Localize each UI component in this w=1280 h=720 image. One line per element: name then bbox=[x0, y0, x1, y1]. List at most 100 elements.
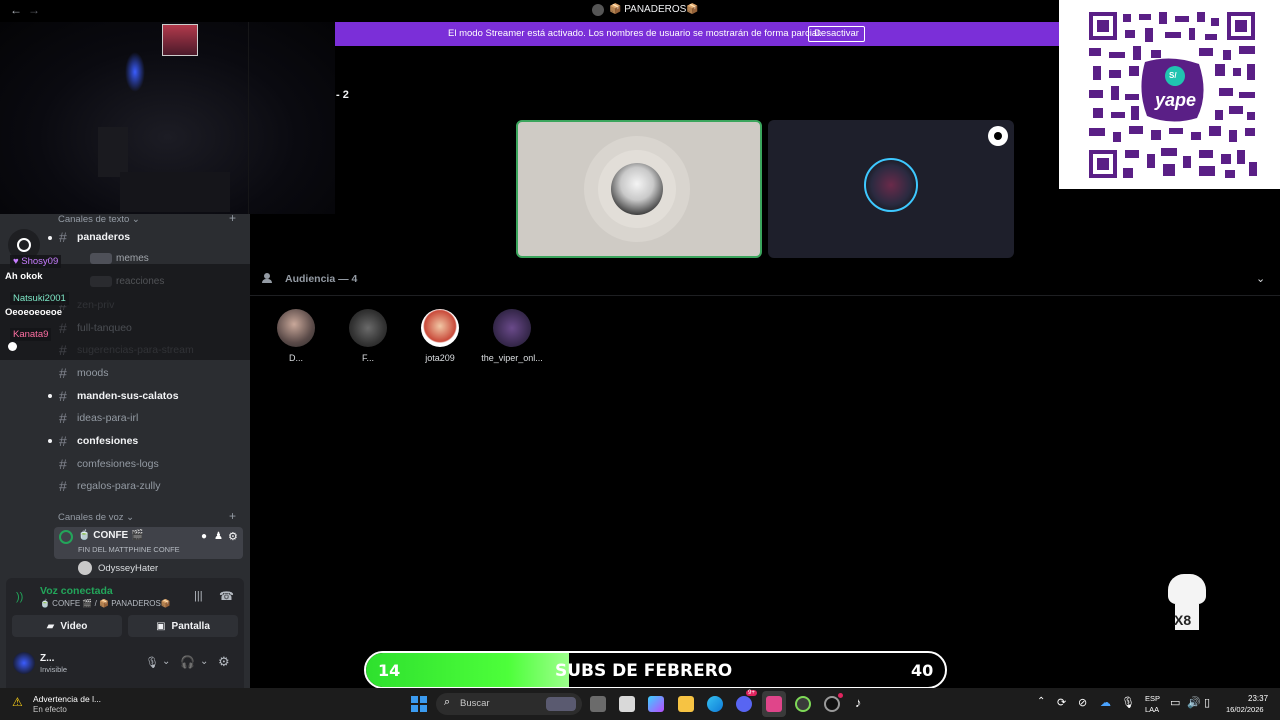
file-explorer-icon[interactable] bbox=[678, 696, 694, 712]
room-object bbox=[98, 127, 128, 177]
cat-headset-avatar bbox=[864, 158, 918, 212]
copilot-icon[interactable] bbox=[648, 696, 664, 712]
audience-member[interactable]: D... bbox=[259, 309, 333, 363]
tile-settings-icon[interactable] bbox=[988, 126, 1008, 146]
voice-channel-name: 🍵 CONFE 🎬 bbox=[78, 530, 144, 541]
onedrive-icon[interactable]: ☁ bbox=[1100, 696, 1111, 709]
app-icon[interactable] bbox=[795, 696, 811, 712]
tray-sync-icon[interactable]: ⟳ bbox=[1057, 696, 1066, 709]
obs-icon[interactable] bbox=[824, 696, 840, 712]
voice-member-name[interactable]: OdysseyHater bbox=[98, 563, 158, 574]
tray-wifi-off-icon[interactable]: ⊘ bbox=[1078, 696, 1087, 709]
warning-icon[interactable]: ⚠ bbox=[12, 695, 23, 709]
screen-share-button[interactable]: ▣ Pantalla bbox=[128, 615, 238, 637]
subs-goal-bar: 14 SUBS DE FEBRERO 40 bbox=[364, 651, 947, 689]
hash-icon: # bbox=[59, 365, 67, 381]
recording-dot bbox=[838, 693, 843, 698]
hash-icon: # bbox=[59, 433, 67, 449]
channel-item[interactable]: memes bbox=[90, 253, 149, 264]
notification-title[interactable]: Advertencia de l... bbox=[33, 694, 101, 704]
windows-start-icon[interactable] bbox=[411, 696, 427, 712]
hash-icon: # bbox=[59, 410, 67, 426]
unread-indicator bbox=[48, 394, 52, 398]
qr-badge: S/ bbox=[1169, 71, 1177, 80]
signal-icon: )) bbox=[16, 591, 24, 603]
tiktok-icon[interactable]: ♪ bbox=[855, 695, 862, 710]
add-channel-icon[interactable]: + bbox=[229, 509, 236, 523]
channel-item[interactable]: # confesiones bbox=[59, 430, 138, 452]
unread-indicator bbox=[48, 236, 52, 240]
taskbar-search[interactable]: ⌕ Buscar bbox=[436, 693, 582, 715]
gear-icon[interactable]: ⚙ bbox=[228, 530, 238, 543]
streaming-app-icon[interactable] bbox=[766, 696, 782, 712]
search-icon: ⌕ bbox=[444, 696, 451, 708]
audience-label: Audiencia — 4 bbox=[285, 273, 358, 285]
microphone-icon[interactable]: 🎙 bbox=[145, 656, 159, 669]
chat-username-text: Shosy09 bbox=[21, 256, 59, 267]
disable-streamer-button[interactable]: Desactivar bbox=[808, 26, 865, 42]
clock-time[interactable]: 23:37 bbox=[1248, 694, 1268, 703]
hash-icon: # bbox=[59, 388, 67, 404]
skull-label: X8 bbox=[1174, 612, 1192, 628]
forward-arrow-icon[interactable]: → bbox=[28, 3, 40, 17]
channel-item[interactable]: # ideas-para-irl bbox=[59, 407, 138, 429]
video-button[interactable]: ▰ Video bbox=[12, 615, 122, 637]
headphones-icon[interactable]: 🎧 bbox=[180, 655, 195, 669]
user-status: Invisible bbox=[40, 665, 68, 674]
chevron-down-icon[interactable]: ⌄ bbox=[200, 656, 208, 667]
audience-icon bbox=[262, 273, 272, 283]
user-avatar[interactable] bbox=[13, 652, 35, 674]
room-object bbox=[120, 172, 230, 212]
microphone-icon[interactable]: 🎙 bbox=[1121, 696, 1135, 709]
gear-icon[interactable]: ⚙ bbox=[218, 654, 230, 670]
voice-channel-item[interactable]: 🍵 CONFE 🎬 FIN DEL MATTPHINE CONFE ● ♟ ⚙ bbox=[54, 527, 243, 559]
audience-avatar bbox=[421, 309, 459, 347]
back-arrow-icon[interactable]: ← bbox=[10, 3, 22, 17]
network-icon[interactable]: ▭ bbox=[1170, 696, 1180, 709]
chat-username: Kanata9 bbox=[10, 328, 52, 341]
language-bottom[interactable]: LAA bbox=[1145, 705, 1159, 714]
unread-indicator bbox=[48, 439, 52, 443]
chevron-up-icon[interactable]: ⌃ bbox=[1037, 696, 1045, 707]
audience-member[interactable]: jota209 bbox=[403, 309, 477, 363]
audience-avatar bbox=[349, 309, 387, 347]
edge-icon[interactable] bbox=[707, 696, 723, 712]
discord-icon[interactable] bbox=[736, 696, 752, 712]
disconnect-icon[interactable]: ☎ bbox=[219, 589, 234, 603]
text-category-header[interactable]: Canales de texto ⌄ bbox=[58, 214, 140, 225]
chat-message: Oeoeoeoeoe bbox=[5, 307, 63, 318]
channel-item[interactable]: # regalos-para-zully bbox=[59, 475, 160, 497]
voice-location[interactable]: 🍵 CONFE 🎬 / 📦 PANADEROS📦 bbox=[40, 599, 171, 608]
task-view-icon[interactable] bbox=[590, 696, 606, 712]
blue-light bbox=[125, 52, 145, 92]
yape-qr-code: S/ yape bbox=[1059, 0, 1280, 189]
audience-member[interactable]: the_viper_onl... bbox=[475, 309, 549, 363]
channel-item[interactable]: # comfesiones-logs bbox=[59, 453, 159, 475]
store-icon[interactable] bbox=[619, 696, 635, 712]
battery-icon[interactable]: ▯ bbox=[1204, 696, 1210, 709]
channel-item[interactable]: # manden-sus-calatos bbox=[59, 385, 179, 407]
husky-avatar bbox=[611, 163, 663, 215]
speaker-tile[interactable] bbox=[516, 120, 762, 258]
screen-label: Pantalla bbox=[171, 620, 210, 632]
chevron-down-icon[interactable]: ⌄ bbox=[162, 656, 170, 667]
invite-icon[interactable]: ♟ bbox=[214, 531, 223, 542]
search-placeholder: Buscar bbox=[460, 698, 490, 709]
channel-item[interactable]: # panaderos bbox=[59, 226, 130, 248]
voice-category-header[interactable]: Canales de voz ⌄ bbox=[58, 512, 134, 523]
collapse-chevron-icon[interactable]: ⌄ bbox=[1256, 272, 1265, 285]
screen-icon: ▣ bbox=[156, 620, 166, 632]
divider bbox=[248, 22, 249, 214]
channel-item[interactable]: # moods bbox=[59, 362, 109, 384]
language-top[interactable]: ESP bbox=[1145, 694, 1160, 703]
wall-poster bbox=[162, 24, 198, 56]
volume-icon[interactable]: 🔊 bbox=[1187, 696, 1201, 709]
clock-date[interactable]: 16/02/2026 bbox=[1226, 705, 1264, 714]
hash-icon: # bbox=[59, 478, 67, 494]
skull-mascot: X8 bbox=[1168, 574, 1206, 632]
soundboard-icon[interactable]: ||| bbox=[194, 590, 203, 602]
camera-off-icon: ▰ bbox=[46, 620, 55, 632]
speaker-tile[interactable] bbox=[768, 120, 1014, 258]
chat-bubble-icon[interactable]: ● bbox=[201, 531, 207, 542]
audience-member[interactable]: F... bbox=[331, 309, 405, 363]
